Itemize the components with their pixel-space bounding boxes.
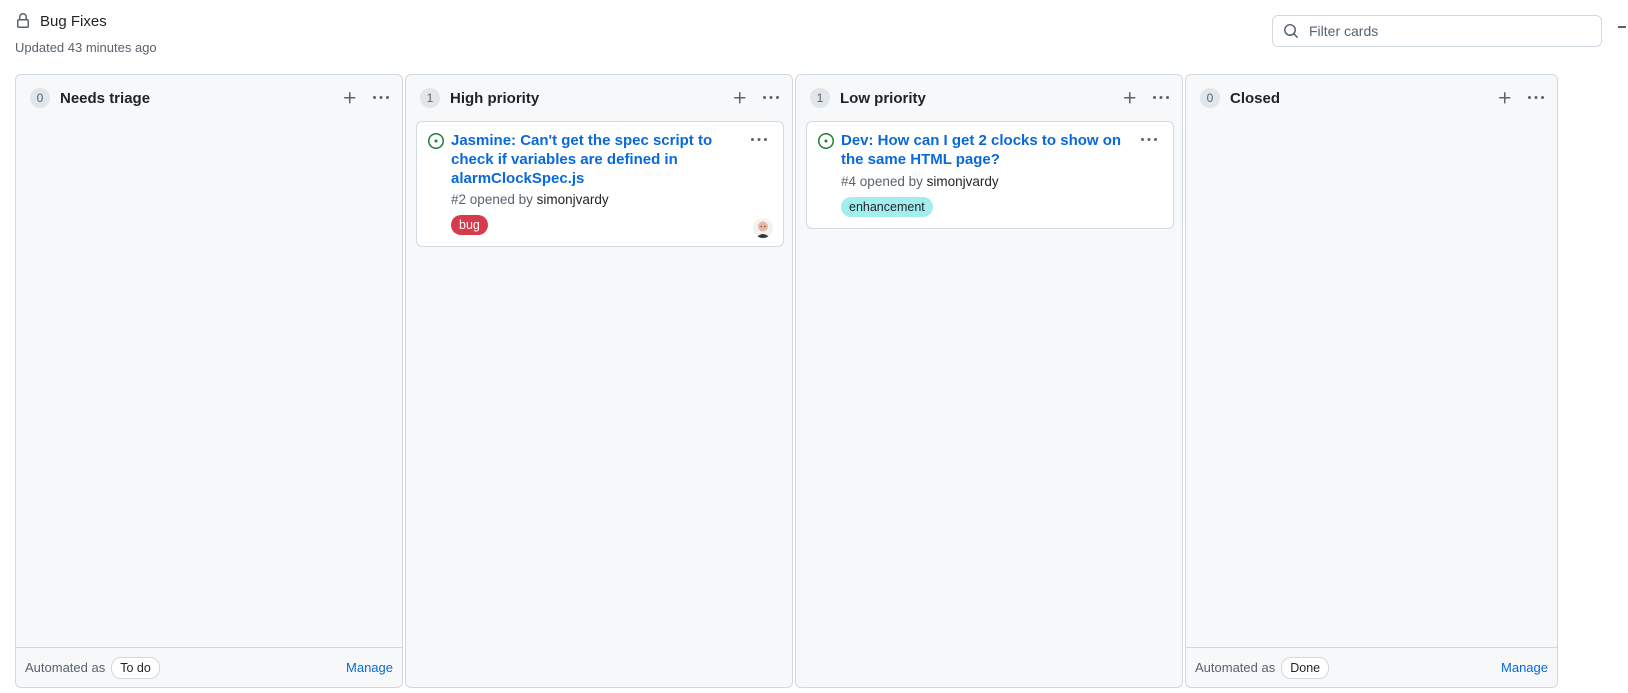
issue-opened-icon [818, 133, 834, 149]
column-title: Closed [1230, 89, 1281, 107]
add-card-button[interactable] [1116, 84, 1144, 112]
manage-automation-link[interactable]: Manage [1501, 660, 1548, 675]
project-columns: 0 Needs triage Automated as To do Manage… [15, 74, 1615, 688]
kebab-horizontal-icon [1528, 96, 1544, 99]
add-card-button[interactable] [726, 84, 754, 112]
column-low-priority: 1 Low priority Dev: How can I get 2 cloc… [795, 74, 1183, 688]
plus-icon [344, 92, 356, 104]
search-icon [1283, 23, 1299, 39]
overflow-edge-mark [1618, 26, 1626, 28]
issue-card[interactable]: Jasmine: Can't get the spec script to ch… [416, 121, 784, 247]
plus-icon [734, 92, 746, 104]
column-high-priority: 1 High priority Jasmine: Can't get the s… [405, 74, 793, 688]
column-header: 1 Low priority [796, 75, 1182, 121]
kebab-horizontal-icon [763, 96, 779, 99]
card-menu-button[interactable] [745, 126, 773, 154]
add-card-button[interactable] [336, 84, 364, 112]
column-header: 0 Closed [1186, 75, 1557, 121]
board-title: Bug Fixes [40, 12, 107, 30]
column-needs-triage: 0 Needs triage Automated as To do Manage [15, 74, 403, 688]
filter-cards-field[interactable] [1272, 15, 1602, 47]
card-menu-button[interactable] [1135, 126, 1163, 154]
column-title: High priority [450, 89, 540, 107]
issue-number: #4 [841, 174, 857, 189]
column-header: 1 High priority [406, 75, 792, 121]
column-title: Needs triage [60, 89, 151, 107]
issue-title-link[interactable]: Dev: How can I get 2 clocks to show on t… [841, 131, 1126, 169]
issue-author-link[interactable]: simonjvardy [927, 174, 999, 189]
column-menu-button[interactable] [367, 84, 395, 112]
column-menu-button[interactable] [1147, 84, 1175, 112]
automation-label: Automated as [25, 660, 106, 675]
column-card-count: 0 [1200, 88, 1220, 108]
column-menu-button[interactable] [1522, 84, 1550, 112]
filter-cards-input[interactable] [1307, 22, 1591, 40]
assignee-avatar[interactable] [753, 218, 773, 238]
automation-preset-badge: Done [1281, 656, 1330, 679]
issue-label[interactable]: enhancement [841, 197, 933, 217]
issue-opened-icon [428, 133, 444, 149]
column-closed: 0 Closed Automated as Done Manage [1185, 74, 1558, 688]
kebab-horizontal-icon [1153, 96, 1169, 99]
issue-card[interactable]: Dev: How can I get 2 clocks to show on t… [806, 121, 1174, 229]
opened-by-text: opened by [859, 174, 923, 189]
add-card-button[interactable] [1491, 84, 1519, 112]
issue-author-link[interactable]: simonjvardy [537, 192, 609, 207]
manage-automation-link[interactable]: Manage [346, 660, 393, 675]
column-card-count: 0 [30, 88, 50, 108]
opened-by-text: opened by [469, 192, 533, 207]
plus-icon [1499, 92, 1511, 104]
issue-title-link[interactable]: Jasmine: Can't get the spec script to ch… [451, 131, 736, 188]
kebab-horizontal-icon [751, 138, 767, 141]
column-footer: Automated as To do Manage [16, 647, 402, 687]
column-title: Low priority [840, 89, 926, 107]
issue-label[interactable]: bug [451, 215, 488, 235]
kebab-horizontal-icon [373, 96, 389, 99]
issue-meta: #4 opened by simonjvardy [841, 174, 999, 189]
issue-meta: #2 opened by simonjvardy [451, 192, 609, 207]
automation-label: Automated as [1195, 660, 1276, 675]
column-header: 0 Needs triage [16, 75, 402, 121]
column-card-count: 1 [810, 88, 830, 108]
column-menu-button[interactable] [757, 84, 785, 112]
kebab-horizontal-icon [1141, 138, 1157, 141]
automation-preset-badge: To do [111, 656, 160, 679]
plus-icon [1124, 92, 1136, 104]
column-footer: Automated as Done Manage [1186, 647, 1557, 687]
column-card-count: 1 [420, 88, 440, 108]
issue-number: #2 [451, 192, 467, 207]
lock-icon [15, 13, 31, 29]
